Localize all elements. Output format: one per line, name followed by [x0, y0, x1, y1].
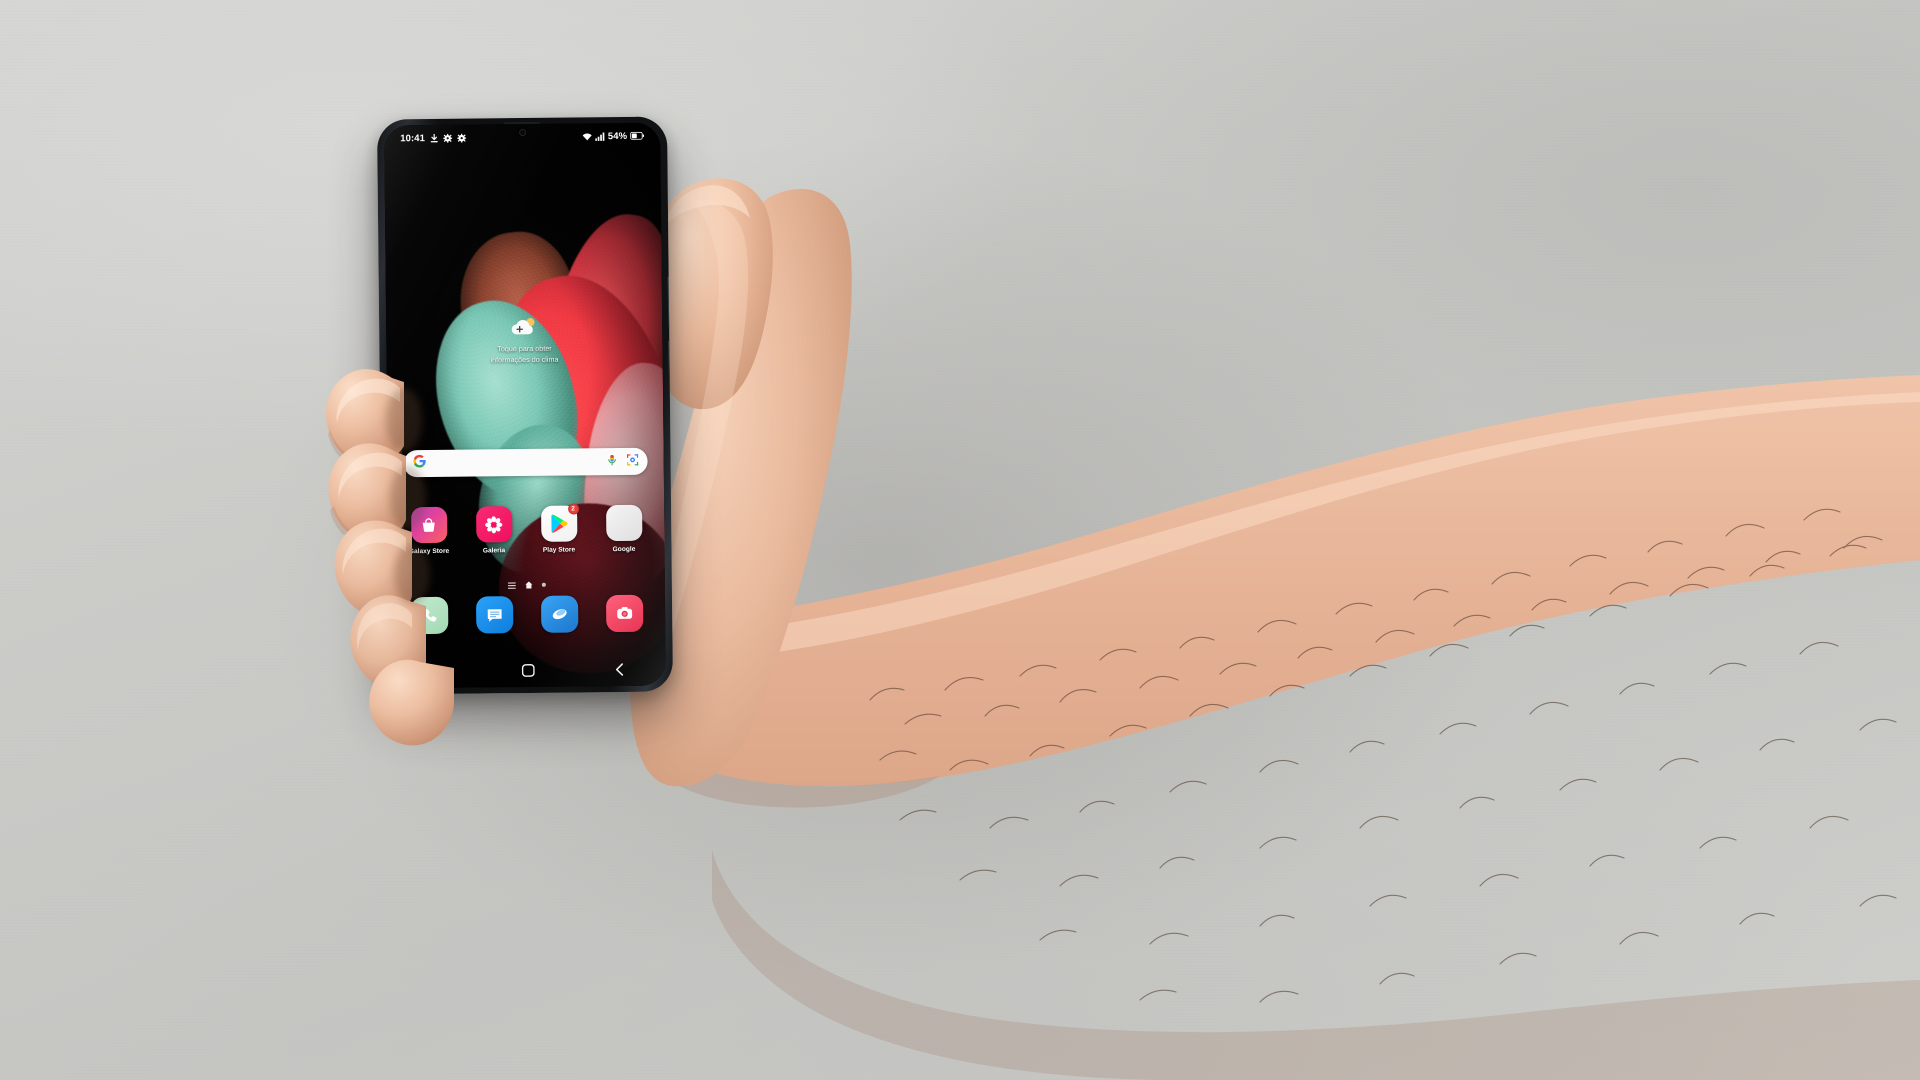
- home-icon[interactable]: [507, 663, 549, 677]
- status-bar-left: 10:41: [400, 132, 467, 144]
- microphone-icon[interactable]: [607, 453, 616, 471]
- smartphone[interactable]: 10:41 54% Toque para obter informações d…: [376, 116, 674, 695]
- status-bar-right: 54%: [582, 130, 645, 142]
- page-dot-icon[interactable]: [541, 582, 546, 587]
- app-label: Galeria: [482, 547, 506, 555]
- dock-app-camera[interactable]: [596, 594, 652, 633]
- browser-icon[interactable]: [540, 595, 579, 633]
- dock-app-internet[interactable]: [531, 595, 587, 633]
- galaxy-store-icon[interactable]: [410, 506, 447, 544]
- weather-widget[interactable]: Toque para obter informações do clima: [386, 315, 662, 367]
- back-icon[interactable]: [599, 662, 641, 676]
- phone-screen[interactable]: 10:41 54% Toque para obter informações d…: [384, 122, 666, 689]
- app-badge: 2: [567, 503, 579, 515]
- status-bar[interactable]: 10:41 54%: [384, 123, 660, 152]
- dock: [397, 594, 657, 635]
- search-input[interactable]: [427, 462, 608, 464]
- home-page-icon[interactable]: [525, 576, 533, 594]
- front-camera-icon: [518, 128, 526, 137]
- gallery-flower-icon[interactable]: [475, 506, 512, 543]
- app-play-store[interactable]: 2 Play Store: [531, 503, 587, 554]
- play-store-icon[interactable]: 2: [540, 503, 579, 542]
- weather-prompt-text[interactable]: Toque para obter informações do clima: [490, 344, 558, 366]
- google-g-icon: [413, 454, 427, 473]
- app-galaxy-store[interactable]: Galaxy Store: [401, 506, 457, 556]
- app-label: Play Store: [542, 546, 576, 554]
- arm-and-hand: [0, 0, 1920, 1080]
- apps-list-icon[interactable]: [507, 576, 516, 594]
- app-galeria[interactable]: Galeria: [466, 506, 522, 555]
- dock-app-messages[interactable]: [466, 596, 522, 634]
- download-icon: [430, 133, 438, 142]
- page-indicator[interactable]: [389, 575, 665, 596]
- search-actions: [607, 452, 639, 471]
- google-search-bar[interactable]: [403, 447, 648, 478]
- battery-icon: [630, 131, 645, 140]
- battery-percent-label: 54%: [607, 130, 628, 142]
- navigation-bar[interactable]: [390, 656, 666, 685]
- app-label: Galaxy Store: [408, 547, 450, 556]
- google-lens-icon[interactable]: [626, 452, 639, 470]
- status-time: 10:41: [400, 132, 426, 144]
- app-google-folder[interactable]: Google: [596, 504, 652, 554]
- recents-icon[interactable]: [415, 665, 457, 677]
- app-label: Google: [612, 545, 636, 554]
- cloud-plus-icon[interactable]: [509, 316, 539, 341]
- settings-gear-icon: [456, 133, 467, 143]
- phone-icon[interactable]: [411, 596, 449, 635]
- google-folder-icon[interactable]: [605, 504, 642, 542]
- camera-icon[interactable]: [605, 594, 644, 633]
- settings-gear-icon: [442, 133, 453, 143]
- weather-line-2: informações do clima: [490, 354, 559, 364]
- app-grid-row: Galaxy Store Galeria 2 Play Store Google: [396, 503, 656, 556]
- dock-app-phone[interactable]: [402, 596, 458, 635]
- wifi-icon: [582, 132, 592, 141]
- earpiece-speaker: [504, 121, 541, 125]
- weather-line-1: Toque para obter: [497, 343, 552, 354]
- signal-bars-icon: [594, 131, 605, 141]
- messages-icon[interactable]: [475, 596, 514, 634]
